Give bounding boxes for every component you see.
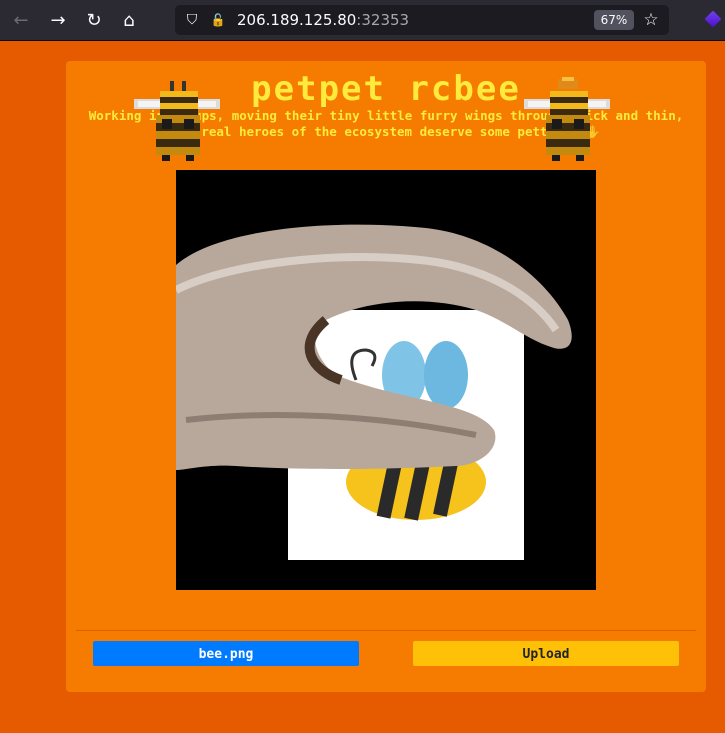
home-icon[interactable]: ⌂ (116, 8, 142, 34)
lock-warning-icon[interactable]: 🔓 (209, 11, 227, 29)
browser-toolbar: ← → ↻ ⌂ ⛉ 🔓 206.189.125.80:32353 67% ☆ (0, 0, 725, 41)
extension-icon[interactable] (704, 10, 722, 28)
reload-icon[interactable]: ↻ (81, 8, 107, 34)
forward-arrow-icon[interactable]: → (45, 8, 71, 34)
url-host: 206.189.125.80 (237, 11, 357, 29)
file-select-button[interactable]: bee.png (93, 641, 359, 666)
upload-button[interactable]: Upload (413, 641, 679, 666)
bee-sprite-right-icon (524, 77, 610, 161)
url-port: :32353 (356, 11, 410, 29)
zoom-level-badge[interactable]: 67% (594, 10, 634, 30)
shield-icon[interactable]: ⛉ (183, 11, 201, 29)
bee-wing-right-shape (424, 341, 468, 409)
address-bar[interactable]: ⛉ 🔓 206.189.125.80:32353 67% ☆ (175, 5, 669, 35)
bee-sprite-left-icon (134, 81, 220, 161)
back-arrow-icon[interactable]: ← (8, 8, 34, 34)
petpet-preview-image (176, 170, 596, 590)
divider (76, 630, 696, 631)
url-text[interactable]: 206.189.125.80:32353 (237, 11, 409, 29)
bookmark-star-icon[interactable]: ☆ (641, 10, 661, 30)
main-card: petpet rcbee Working in groups, moving t… (66, 61, 706, 692)
